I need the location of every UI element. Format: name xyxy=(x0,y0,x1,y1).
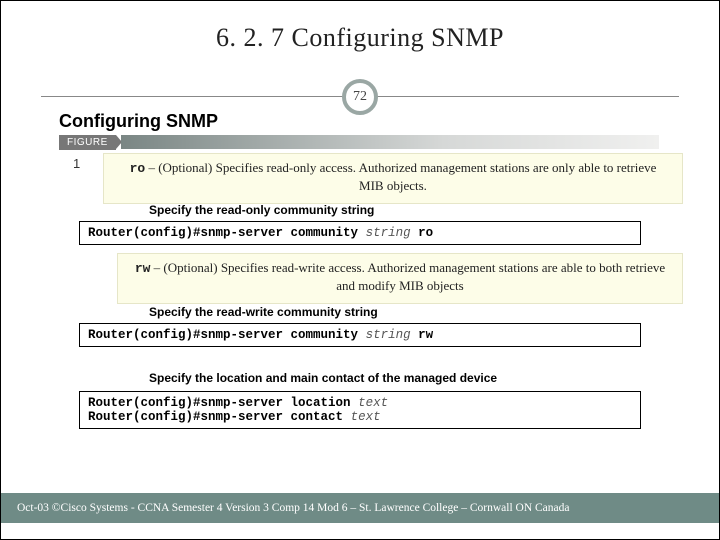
figure-number: 1 xyxy=(73,156,80,171)
slide: 6. 2. 7 Configuring SNMP 72 Configuring … xyxy=(0,0,720,540)
prompt: Router(config)# xyxy=(88,328,201,342)
slide-footer: Oct-03 ©Cisco Systems - CCNA Semester 4 … xyxy=(1,493,719,523)
cmd: snmp-server community xyxy=(201,226,366,240)
prompt: Router(config)# xyxy=(88,226,201,240)
suffix: ro xyxy=(411,226,434,240)
arg: text xyxy=(351,410,381,424)
figure-gradient-bar xyxy=(121,135,659,149)
spec-heading-rw: Specify the read-write community string xyxy=(149,305,378,319)
slide-number-badge: 72 xyxy=(342,79,378,115)
arg: text xyxy=(358,396,388,410)
note-ro: ro – (Optional) Specifies read-only acce… xyxy=(103,153,683,204)
figure-label: FIGURE xyxy=(59,135,116,150)
cmd: snmp-server location xyxy=(201,396,359,410)
spec-heading-ro: Specify the read-only community string xyxy=(149,203,374,217)
cmd: snmp-server contact xyxy=(201,410,351,424)
command-box-rw: Router(config)#snmp-server community str… xyxy=(79,323,641,347)
note-ro-text: – (Optional) Specifies read-only access.… xyxy=(145,160,656,193)
keyword-ro: ro xyxy=(130,161,146,176)
spec-heading-location: Specify the location and main contact of… xyxy=(149,371,497,385)
prompt: Router(config)# xyxy=(88,396,201,410)
prompt: Router(config)# xyxy=(88,410,201,424)
cmd: snmp-server community xyxy=(201,328,366,342)
slide-title: 6. 2. 7 Configuring SNMP xyxy=(1,23,719,53)
note-rw-text: – (Optional) Specifies read-write access… xyxy=(150,260,665,293)
arg: string xyxy=(366,226,411,240)
command-line-contact: Router(config)#snmp-server contact text xyxy=(88,410,632,424)
suffix: rw xyxy=(411,328,434,342)
arg: string xyxy=(366,328,411,342)
keyword-rw: rw xyxy=(135,261,151,276)
command-line-location: Router(config)#snmp-server location text xyxy=(88,396,632,410)
note-rw: rw – (Optional) Specifies read-write acc… xyxy=(117,253,683,304)
section-subheading: Configuring SNMP xyxy=(59,111,218,132)
command-box-ro: Router(config)#snmp-server community str… xyxy=(79,221,641,245)
command-box-location-contact: Router(config)#snmp-server location text… xyxy=(79,391,641,429)
